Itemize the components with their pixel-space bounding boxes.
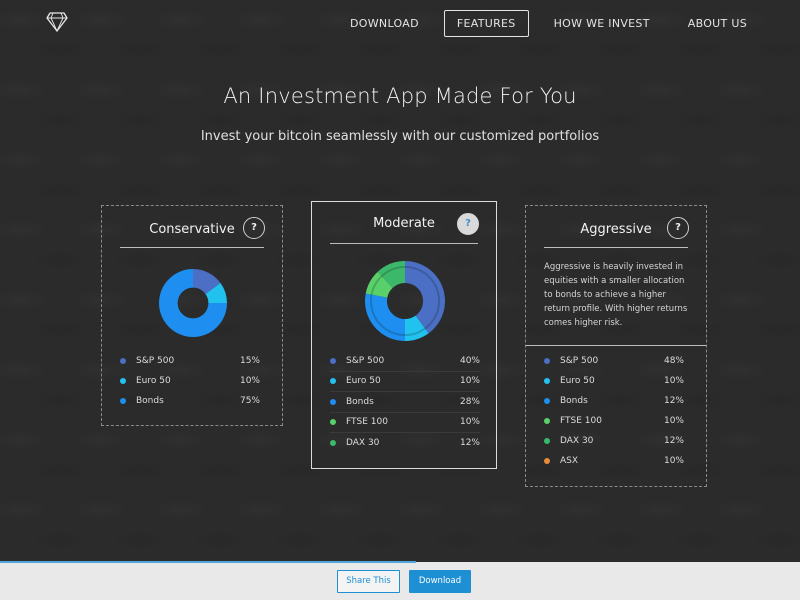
holding-value: 75% xyxy=(239,396,260,406)
help-icon[interactable]: ? xyxy=(457,213,479,235)
holding-name: FTSE 100 xyxy=(560,416,602,426)
bottom-action-bar xyxy=(0,562,800,600)
holding-value: 48% xyxy=(663,356,684,366)
legend-row: Bonds 75% xyxy=(120,391,260,411)
legend-row: Bonds 28% xyxy=(330,392,480,413)
portfolio-description: Aggressive is heavily invested in equiti… xyxy=(544,262,688,328)
legend-row: S&P 500 40% xyxy=(330,351,480,372)
legend-row: S&P 500 15% xyxy=(120,351,260,371)
holding-name: Euro 50 xyxy=(136,376,171,386)
holding-name: ASX xyxy=(560,456,579,466)
portfolio-card-aggressive[interactable]: Aggressive ? Aggressive is heavily inves… xyxy=(525,205,707,487)
card-header: Moderate xyxy=(330,202,478,244)
holding-name: DAX 30 xyxy=(346,438,380,448)
holding-name: FTSE 100 xyxy=(346,417,388,428)
legend-dot xyxy=(544,398,550,404)
holding-name: Bonds xyxy=(346,396,374,407)
legend-row: Euro 50 10% xyxy=(330,372,480,392)
legend-dot xyxy=(330,357,336,364)
hero-subtitle: Invest your bitcoin seamlessly with our … xyxy=(200,129,600,144)
legend-dot xyxy=(544,418,550,424)
legend-row: Bonds 12% xyxy=(544,391,684,411)
nav-download[interactable]: DOWNLOAD xyxy=(337,10,432,37)
holding-name: Euro 50 xyxy=(560,376,595,386)
holding-name: Euro 50 xyxy=(346,376,381,387)
allocation-donut-chart xyxy=(365,261,445,341)
holding-value: 10% xyxy=(663,456,684,466)
holding-name: S&P 500 xyxy=(346,355,385,366)
share-button[interactable]: Share This xyxy=(337,570,400,593)
holding-value: 28% xyxy=(459,396,480,407)
legend-dot xyxy=(120,378,126,384)
holding-name: Bonds xyxy=(136,396,164,406)
allocation-donut-chart xyxy=(159,269,227,337)
legend-dot xyxy=(120,358,126,364)
nav-links: DOWNLOAD FEATURES HOW WE INVEST ABOUT US xyxy=(325,10,760,37)
legend-row: Euro 50 10% xyxy=(120,371,260,391)
download-button[interactable]: Download xyxy=(409,570,471,593)
legend-dot xyxy=(330,440,336,446)
legend-row: DAX 30 12% xyxy=(330,433,480,453)
legend-row: FTSE 100 10% xyxy=(330,413,480,433)
legend-dot xyxy=(330,398,336,405)
holding-value: 10% xyxy=(239,376,260,386)
holdings-legend: S&P 500 48% Euro 50 10% Bonds 12% FTSE 1… xyxy=(544,351,684,471)
help-icon[interactable]: ? xyxy=(667,217,689,239)
holding-value: 10% xyxy=(459,417,480,428)
holding-value: 10% xyxy=(459,376,480,387)
legend-dot xyxy=(544,358,550,364)
portfolio-card-moderate[interactable]: Moderate ? S&P 500 40% Euro 50 10% Bonds… xyxy=(311,201,497,469)
holdings-legend: S&P 500 15% Euro 50 10% Bonds 75% xyxy=(120,351,260,411)
scroll-progress-bar xyxy=(0,561,416,563)
legend-dot xyxy=(330,378,336,385)
holding-name: S&P 500 xyxy=(560,356,599,366)
holdings-legend: S&P 500 40% Euro 50 10% Bonds 28% FTSE 1… xyxy=(330,351,480,453)
holding-value: 10% xyxy=(663,376,684,386)
portfolio-card-conservative[interactable]: Conservative ? S&P 500 15% Euro 50 10% B… xyxy=(101,205,283,426)
legend-row: Euro 50 10% xyxy=(544,371,684,391)
card-title: Moderate xyxy=(373,216,435,231)
legend-dot xyxy=(120,398,126,404)
legend-dot xyxy=(544,438,550,444)
hero-title: An Investment App Made For You xyxy=(223,84,577,108)
holding-name: Bonds xyxy=(560,396,588,406)
holding-value: 40% xyxy=(459,355,480,366)
top-nav: DOWNLOAD FEATURES HOW WE INVEST ABOUT US xyxy=(0,0,800,46)
legend-row: ASX 10% xyxy=(544,451,684,471)
holding-value: 10% xyxy=(663,416,684,426)
help-icon[interactable]: ? xyxy=(243,217,265,239)
divider xyxy=(526,345,706,346)
holding-value: 15% xyxy=(239,356,260,366)
legend-dot xyxy=(544,378,550,384)
holding-value: 12% xyxy=(459,438,480,448)
legend-dot xyxy=(544,458,550,464)
holding-name: DAX 30 xyxy=(560,436,594,446)
holding-value: 12% xyxy=(663,396,684,406)
legend-row: S&P 500 48% xyxy=(544,351,684,371)
holding-name: S&P 500 xyxy=(136,356,175,366)
legend-row: FTSE 100 10% xyxy=(544,411,684,431)
legend-row: DAX 30 12% xyxy=(544,431,684,451)
nav-features[interactable]: FEATURES xyxy=(443,10,529,37)
nav-about-us[interactable]: ABOUT US xyxy=(675,10,760,37)
holding-value: 12% xyxy=(663,436,684,446)
nav-how-we-invest[interactable]: HOW WE INVEST xyxy=(541,10,663,37)
diamond-logo-icon[interactable] xyxy=(46,12,68,32)
legend-dot xyxy=(330,419,336,426)
